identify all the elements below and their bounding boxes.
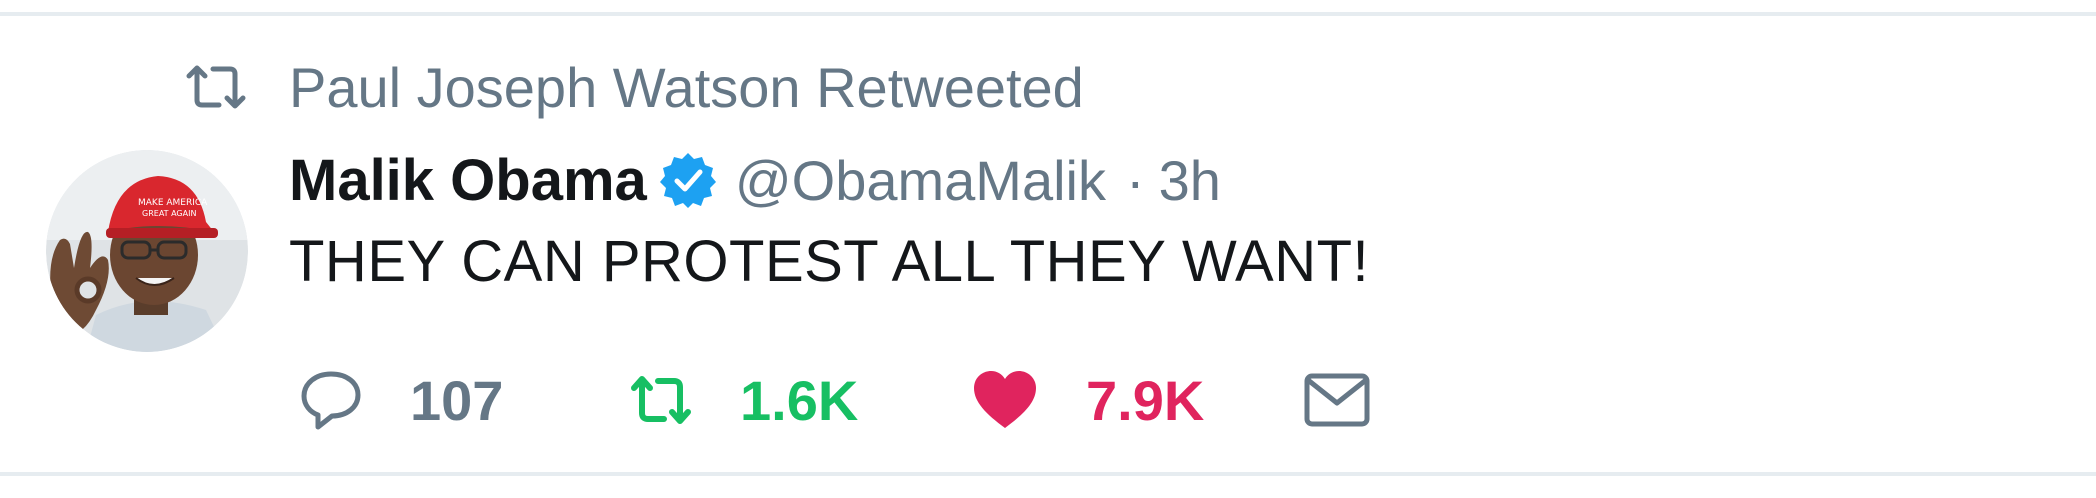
retweet-context-label[interactable]: Paul Joseph Watson Retweeted xyxy=(289,55,1084,120)
reply-button[interactable]: 107 xyxy=(300,360,503,440)
avatar-image: MAKE AMERICA GREAT AGAIN xyxy=(46,150,248,352)
svg-text:GREAT AGAIN: GREAT AGAIN xyxy=(142,209,196,218)
retweet-icon xyxy=(631,376,691,424)
bottom-divider xyxy=(0,472,2096,476)
action-bar: 107 1.6K 7.9K xyxy=(300,360,1400,440)
top-divider xyxy=(0,12,2096,16)
reply-icon xyxy=(301,371,361,430)
display-name[interactable]: Malik Obama xyxy=(289,147,647,214)
like-button[interactable]: 7.9K xyxy=(972,360,1204,440)
tweet-text: THEY CAN PROTEST ALL THEY WANT! xyxy=(289,229,1370,294)
verified-badge-icon xyxy=(659,153,716,208)
avatar[interactable]: MAKE AMERICA GREAT AGAIN xyxy=(46,150,248,352)
tweet-header: Malik Obama @ObamaMalik · 3h xyxy=(289,140,1221,220)
retweet-icon xyxy=(186,65,246,109)
reply-count: 107 xyxy=(410,368,504,432)
retweet-button[interactable]: 1.6K xyxy=(630,360,858,440)
retweet-count: 1.6K xyxy=(740,368,859,432)
svg-text:MAKE AMERICA: MAKE AMERICA xyxy=(138,198,208,208)
direct-message-button[interactable] xyxy=(1304,360,1370,440)
like-count: 7.9K xyxy=(1086,368,1205,432)
envelope-icon xyxy=(1304,373,1370,427)
retweet-context: Paul Joseph Watson Retweeted xyxy=(185,52,1084,122)
heart-icon xyxy=(974,371,1036,428)
timestamp[interactable]: 3h xyxy=(1159,148,1221,213)
tweet-card[interactable]: Paul Joseph Watson Retweeted MAKE AMERIC… xyxy=(0,0,2096,498)
user-handle[interactable]: @ObamaMalik xyxy=(735,148,1106,213)
header-separator: · xyxy=(1125,148,1145,212)
